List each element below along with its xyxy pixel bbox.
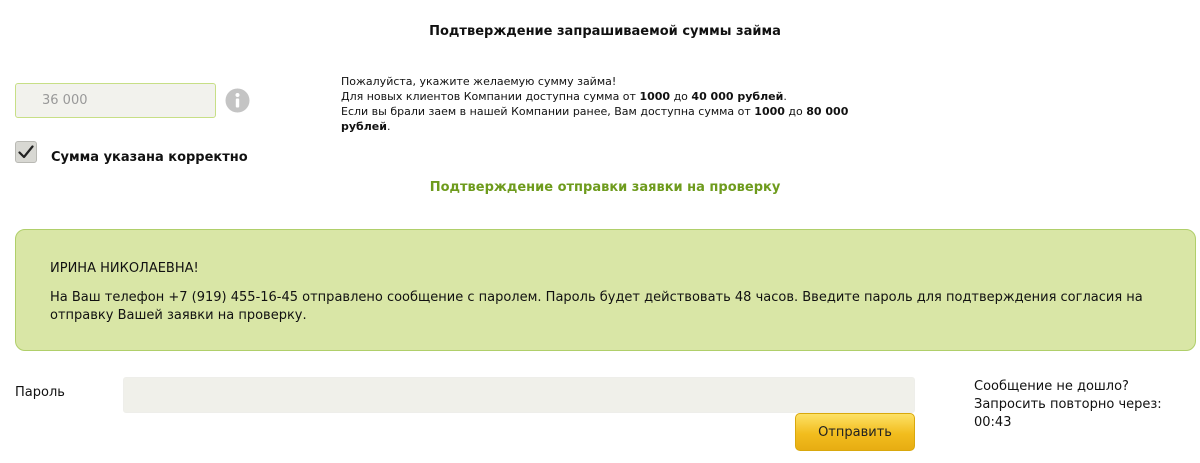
amount-hint-text: Для новых клиентов Компании доступна сум… [341, 90, 640, 103]
sms-notice-message: На Ваш телефон +7 (919) 455-16-45 отправ… [50, 290, 1143, 323]
sms-notice-box: ИРИНА НИКОЛАЕВНА! На Ваш телефон +7 (919… [15, 229, 1196, 351]
amount-confirm-label[interactable]: Сумма указана корректно [51, 150, 248, 165]
resend-timer: 00:43 [974, 415, 1012, 430]
amount-max-new: 40 000 рублей [691, 90, 784, 103]
page-title: Подтверждение запрашиваемой суммы займа [429, 24, 781, 39]
checkmark-icon [18, 145, 34, 159]
amount-hint: Пожалуйста, укажите желаемую сумму займа… [341, 74, 901, 134]
loan-confirmation-page: Подтверждение запрашиваемой суммы займа … [0, 0, 1200, 463]
amount-min-new: 1000 [639, 90, 671, 103]
info-icon[interactable] [225, 88, 250, 113]
amount-hint-text: . [783, 90, 787, 103]
loan-amount-input[interactable] [15, 83, 216, 118]
client-name: ИРИНА НИКОЛАЕВНА! [50, 261, 199, 276]
password-input[interactable] [123, 377, 915, 413]
amount-hint-text: . [386, 120, 391, 133]
amount-confirm-checkbox[interactable] [15, 141, 37, 163]
resend-timer-label: Запросить повторно через: [974, 397, 1162, 412]
resend-question: Сообщение не дошло? [974, 379, 1129, 394]
resend-timer-line: Запросить повторно через: 00:43 [974, 396, 1200, 432]
amount-hint-text: Если вы брали заем в нашей Компании ране… [341, 105, 755, 118]
amount-hint-line-1: Пожалуйста, укажите желаемую сумму займа… [341, 75, 617, 88]
amount-hint-text: до [670, 90, 692, 103]
password-label: Пароль [15, 385, 65, 400]
amount-hint-line-3: Если вы брали заем в нашей Компании ране… [341, 104, 901, 134]
submit-button[interactable]: Отправить [795, 413, 915, 451]
amount-hint-line-2: Для новых клиентов Компании доступна сум… [341, 89, 901, 104]
amount-hint-text: до [784, 105, 807, 118]
amount-min-returning: 1000 [754, 105, 785, 118]
resend-info: Сообщение не дошло? Запросить повторно ч… [974, 378, 1200, 432]
section-heading: Подтверждение отправки заявки на проверк… [429, 180, 781, 195]
